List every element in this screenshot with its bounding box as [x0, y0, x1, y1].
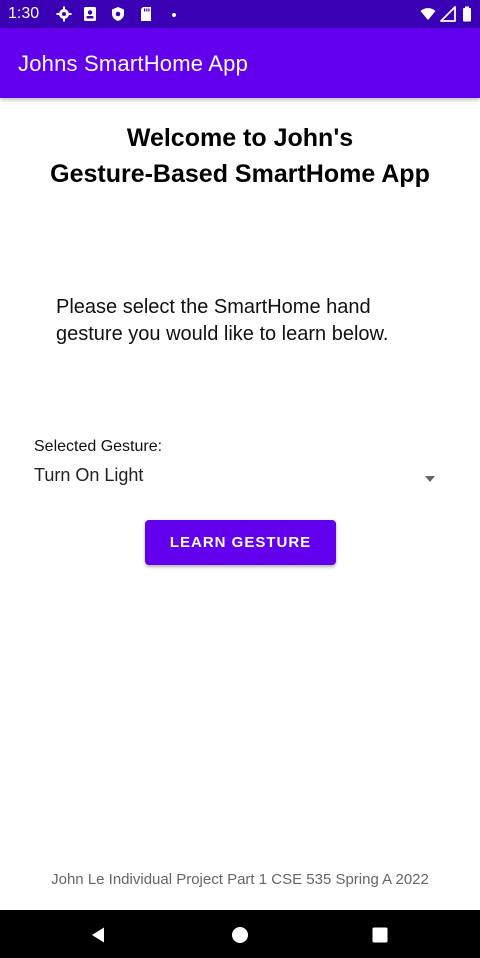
dot-icon [166, 6, 182, 22]
battery-icon [462, 6, 472, 22]
status-bar: 1:30 [0, 0, 480, 28]
shield-icon [110, 6, 126, 22]
instruction-text: Please select the SmartHome hand gesture… [56, 296, 389, 345]
back-icon[interactable] [88, 924, 110, 946]
home-icon[interactable] [229, 924, 251, 946]
navigation-bar [0, 910, 480, 958]
welcome-heading: Welcome to John's Gesture-Based SmartHom… [0, 120, 480, 192]
app-title: Johns SmartHome App [18, 51, 249, 76]
recents-icon[interactable] [369, 924, 391, 946]
dropdown-arrow-icon [424, 470, 436, 482]
contacts-icon [82, 6, 98, 22]
welcome-line-2: Gesture-Based SmartHome App [50, 160, 430, 188]
spinner-selected-value: Turn On Light [34, 465, 144, 485]
settings-icon [56, 6, 72, 22]
status-time: 1:30 [8, 5, 40, 22]
footer-credit: John Le Individual Project Part 1 CSE 53… [51, 871, 429, 888]
wifi-icon [420, 6, 436, 22]
screen: 1:30 Johns SmartHome App Welcome to John… [0, 0, 480, 958]
spinner-label: Selected Gesture: [34, 438, 163, 455]
learn-gesture-button[interactable]: LEARN GESTURE [145, 520, 336, 565]
gesture-spinner[interactable]: Turn On Light [22, 458, 446, 490]
sd-card-icon [138, 6, 154, 22]
app-bar: Johns SmartHome App [0, 28, 480, 98]
welcome-line-1: Welcome to John's [126, 124, 354, 152]
signal-icon [440, 6, 456, 22]
